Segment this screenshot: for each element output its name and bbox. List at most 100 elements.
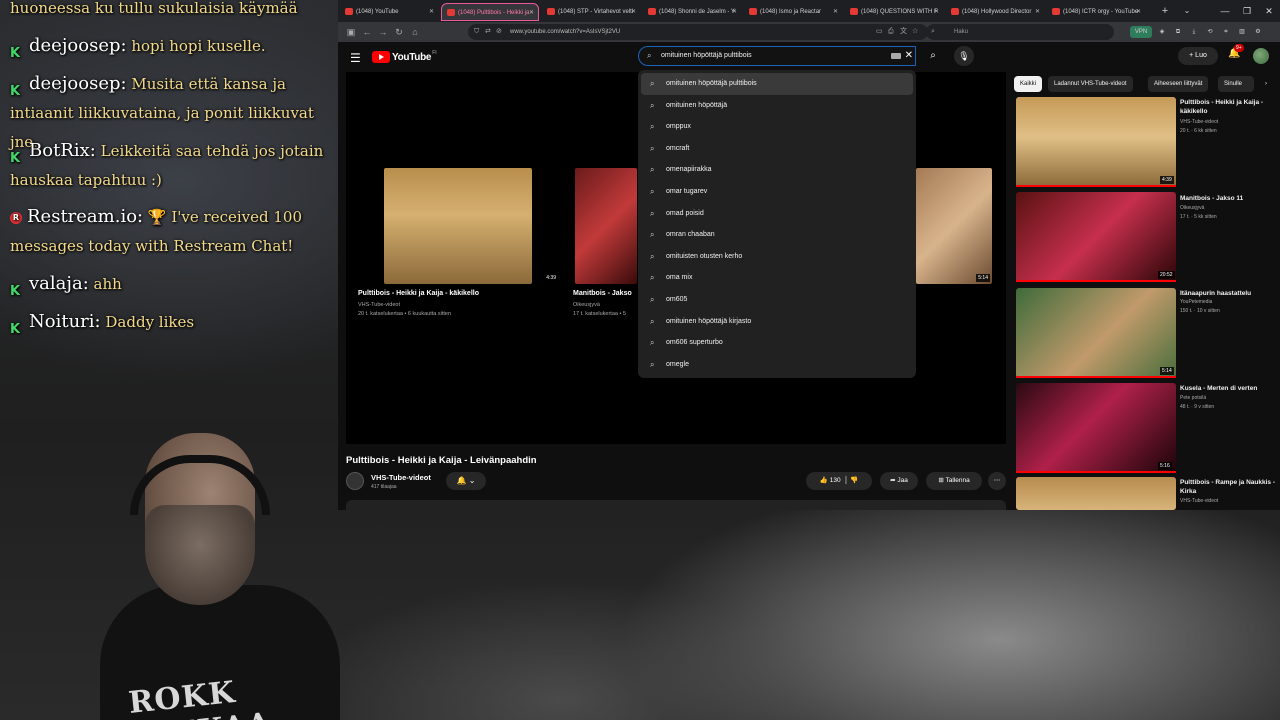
browser-tab[interactable]: (1048) Hollywood Director ✕ xyxy=(946,3,1044,21)
more-actions-icon[interactable]: ⋯ xyxy=(988,472,1006,490)
search-suggestion[interactable]: ⌕ omenapiirakka xyxy=(638,159,916,181)
clear-search-icon[interactable]: ✕ xyxy=(905,47,913,65)
browser-tab[interactable]: (1048) YouTube ✕ xyxy=(340,3,438,21)
capture-icon[interactable]: ⎙ xyxy=(888,24,898,40)
browser-tab[interactable]: (1048) ICTR orgy - YouTube ✕ xyxy=(1047,3,1145,21)
like-button[interactable]: 👍 130 xyxy=(820,477,841,484)
site-settings-icon[interactable]: ⇄ xyxy=(485,24,495,40)
screenshot-icon[interactable]: ▭ xyxy=(876,24,886,40)
close-tab-icon[interactable]: ✕ xyxy=(833,3,838,21)
recommendation-channel[interactable]: VHS-Tube-videot xyxy=(1180,119,1218,125)
extensions-icon[interactable]: ⧉ xyxy=(1172,26,1184,38)
description-box[interactable] xyxy=(346,500,1006,510)
notifications-bell-icon[interactable]: 🔔 9+ xyxy=(1228,44,1244,59)
endcard-video[interactable]: 4:39 xyxy=(384,168,558,284)
search-suggestion[interactable]: ⌕ om605 xyxy=(638,289,916,311)
browser-tab[interactable]: (1048) QUESTIONS WITH F ✕ xyxy=(845,3,943,21)
youtube-search-input[interactable]: ⌕ omituinen höpöttäjä pulttibois ✕ xyxy=(638,46,916,66)
search-suggestion[interactable]: ⌕ omituinen höpöttäjä xyxy=(638,95,916,117)
search-suggestion[interactable]: ⌕ oma mix xyxy=(638,267,916,289)
close-tab-icon[interactable]: ✕ xyxy=(1035,3,1040,21)
translate-icon[interactable]: 文 xyxy=(900,24,910,40)
close-tab-icon[interactable]: ✕ xyxy=(1136,3,1141,21)
recommendation-title[interactable]: Pulttibois - Heikki ja Kaija - käkikello xyxy=(1180,98,1276,116)
browser-tab[interactable]: (1048) Shonni de Jaselm - Y ✕ xyxy=(643,3,741,21)
bookmark-icon[interactable]: ☆ xyxy=(912,24,922,40)
download-icon[interactable]: ⤓ xyxy=(1188,26,1200,38)
recommendation-title[interactable]: Itänaapurin haastattelu xyxy=(1180,289,1276,298)
lock-icon[interactable]: ⊘ xyxy=(496,24,506,40)
browser-search-field[interactable]: ⌕ Haku xyxy=(926,24,1114,40)
shield-icon[interactable]: ⛉ xyxy=(474,24,484,40)
chevron-right-icon[interactable]: › xyxy=(1256,76,1276,92)
home-icon[interactable]: ⌂ xyxy=(408,25,422,39)
filter-chip-for-you[interactable]: Sinulle xyxy=(1218,76,1254,92)
search-suggestion[interactable]: ⌕ omran chaaban xyxy=(638,224,916,246)
browser-tab[interactable]: (1048) Ismo ja Reactar ✕ xyxy=(744,3,842,21)
filter-chip-related[interactable]: Aiheeseen liittyvät xyxy=(1148,76,1209,92)
recommendation-channel[interactable]: YouPetemedia xyxy=(1180,299,1212,305)
search-suggestion[interactable]: ⌕ om606 superturbo xyxy=(638,332,916,354)
search-suggestion[interactable]: ⌕ omituinen höpöttäjä kirjasto xyxy=(638,311,916,333)
vpn-button[interactable]: VPN xyxy=(1130,26,1152,38)
subscribed-bell-button[interactable]: 🔔 ⌄ xyxy=(446,472,486,490)
search-suggestion[interactable]: ⌕ omituinen höpöttäjä pulttibois xyxy=(641,73,913,95)
minimize-button[interactable]: — xyxy=(1216,2,1234,20)
search-suggestion[interactable]: ⌕ omar tugarev xyxy=(638,181,916,203)
close-tab-icon[interactable]: ✕ xyxy=(631,3,636,21)
search-suggestion[interactable]: ⌕ omppux xyxy=(638,116,916,138)
recommendation-channel[interactable]: Oikeusjyvä xyxy=(1180,205,1204,211)
close-tab-icon[interactable]: ✕ xyxy=(934,3,939,21)
back-icon[interactable]: ← xyxy=(360,25,374,39)
history-icon[interactable]: ⟲ xyxy=(1204,26,1216,38)
voice-search-icon[interactable]: 🎙 xyxy=(954,46,974,66)
search-suggestion[interactable]: ⌕ omcraft xyxy=(638,138,916,160)
filter-chip-all[interactable]: Kaikki xyxy=(1014,76,1043,92)
recommendation-title[interactable]: Manitbois - Jakso 11 xyxy=(1180,194,1276,203)
channel-avatar[interactable] xyxy=(346,472,364,490)
hamburger-menu-icon[interactable]: ☰ xyxy=(350,51,361,65)
create-button[interactable]: + Luo xyxy=(1178,47,1218,65)
search-button[interactable]: ⌕ xyxy=(920,46,946,66)
recommendation-thumbnail[interactable] xyxy=(1016,192,1176,282)
close-window-button[interactable]: ✕ xyxy=(1260,2,1278,20)
filter-chip-channel[interactable]: Ladannut VHS-Tube-videot xyxy=(1048,76,1133,92)
share-button[interactable]: ➦ Jaa xyxy=(880,472,918,490)
close-tab-icon[interactable]: ✕ xyxy=(529,4,534,20)
browser-tab-active[interactable]: (1048) Pulttibois - Heikki ja ✕ xyxy=(441,3,539,21)
forward-icon[interactable]: → xyxy=(376,25,390,39)
tab-menu-button[interactable]: ⌄ xyxy=(1180,3,1194,19)
browser-tab[interactable]: (1048) STP - Virtahevot velti ✕ xyxy=(542,3,640,21)
wallet-icon[interactable]: ◈ xyxy=(1156,26,1168,38)
recommendation-title[interactable]: Pulttibois - Rampe ja Naukkis - Kirka xyxy=(1180,478,1276,496)
recommendation-thumbnail[interactable] xyxy=(1016,383,1176,473)
endcard-video[interactable]: 5:14 xyxy=(916,168,992,284)
search-suggestion[interactable]: ⌕ omad poisid xyxy=(638,203,916,225)
close-tab-icon[interactable]: ✕ xyxy=(429,3,434,21)
search-suggestion[interactable]: ⌕ omegle xyxy=(638,354,916,376)
close-tab-icon[interactable]: ✕ xyxy=(732,3,737,21)
settings-icon[interactable]: ⚙ xyxy=(1252,26,1264,38)
endcard-title[interactable]: Manitbois - Jakso xyxy=(573,290,632,297)
recommendation-title[interactable]: Kusela - Merten di verten xyxy=(1180,384,1276,393)
sidebar-toggle-icon[interactable]: ▣ xyxy=(344,25,358,39)
recommendation-thumbnail[interactable] xyxy=(1016,477,1176,510)
channel-name[interactable]: VHS-Tube-videot xyxy=(371,473,431,482)
keyboard-icon[interactable] xyxy=(891,53,901,59)
reload-icon[interactable]: ↻ xyxy=(392,25,406,39)
recommendation-thumbnail[interactable] xyxy=(1016,97,1176,187)
account-avatar[interactable] xyxy=(1253,48,1269,64)
youtube-logo[interactable]: YouTube FI xyxy=(372,50,437,64)
thumbs-down-icon[interactable]: 👎 xyxy=(850,477,858,484)
screenshot-icon[interactable]: ⌗ xyxy=(1220,26,1232,38)
recommendation-channel[interactable]: Pete potsilä xyxy=(1180,395,1206,401)
endcard-title[interactable]: Pulttibois - Heikki ja Kaija - käkikello xyxy=(358,290,479,297)
url-field[interactable]: ⛉ ⇄ ⊘ www.youtube.com/watch?v=AsIsVSjt2V… xyxy=(468,24,928,40)
recommendation-thumbnail[interactable] xyxy=(1016,288,1176,378)
save-button[interactable]: ⊞ Tallenna xyxy=(926,472,982,490)
new-tab-button[interactable]: + xyxy=(1158,3,1172,19)
recommendation-channel[interactable]: VHS-Tube-videot xyxy=(1180,498,1218,504)
search-suggestion[interactable]: ⌕ omituisten otusten kerho xyxy=(638,246,916,268)
endcard-video[interactable] xyxy=(575,168,637,284)
sidebar-icon[interactable]: ▥ xyxy=(1236,26,1248,38)
